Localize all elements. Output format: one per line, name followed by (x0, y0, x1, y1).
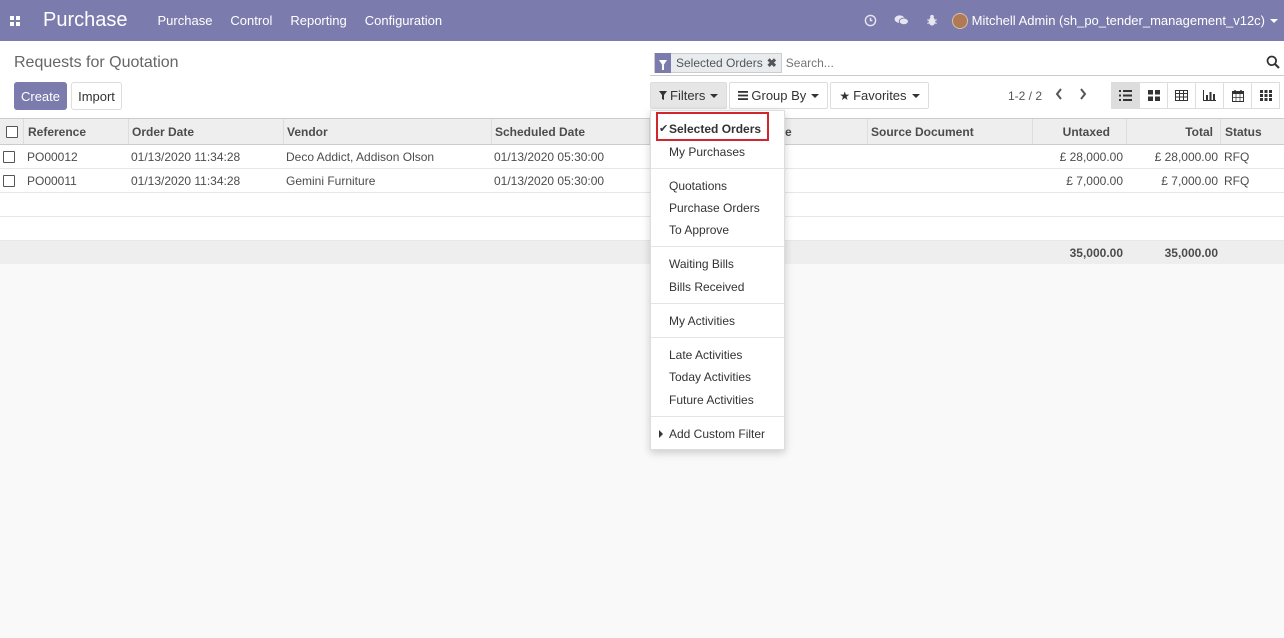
rfq-table: Reference Order Date Vendor Scheduled Da… (0, 119, 1284, 264)
select-all-checkbox[interactable] (0, 119, 24, 144)
cell-reference: PO00011 (27, 173, 77, 188)
bars-icon (738, 89, 749, 103)
kanban-view-icon[interactable] (1139, 82, 1168, 109)
search-input[interactable] (785, 55, 1256, 70)
favorites-button[interactable]: ★ Favorites (830, 82, 929, 109)
filter-my-activities[interactable]: My Activities (669, 314, 735, 328)
list-view-icon[interactable] (1111, 82, 1140, 109)
bug-icon[interactable] (917, 0, 948, 41)
header-total[interactable]: Total (1127, 119, 1221, 144)
filters-dropdown: ✔ Selected Orders My Purchases Quotation… (650, 110, 785, 450)
header-status[interactable]: Status (1221, 119, 1284, 144)
menu-purchase[interactable]: Purchase (158, 13, 213, 28)
cell-untaxed: £ 7,000.00 (1066, 173, 1123, 188)
cell-order-date: 01/13/2020 11:34:28 (131, 149, 241, 164)
cell-status: RFQ (1224, 173, 1250, 188)
calendar-view-icon[interactable] (1223, 82, 1252, 109)
chevron-down-icon (1270, 18, 1278, 23)
menu-configuration[interactable]: Configuration (365, 13, 442, 28)
dropdown-divider (651, 168, 784, 169)
filter-purchase-orders[interactable]: Purchase Orders (669, 201, 760, 215)
cell-total: £ 7,000.00 (1161, 173, 1218, 188)
table-header: Reference Order Date Vendor Scheduled Da… (0, 119, 1284, 145)
user-name: Mitchell Admin (sh_po_tender_management_… (971, 13, 1265, 28)
filter-future-activities[interactable]: Future Activities (669, 393, 754, 407)
cell-vendor: Deco Addict, Addison Olson (286, 149, 435, 164)
chevron-down-icon (811, 93, 820, 98)
menu-reporting[interactable]: Reporting (290, 13, 346, 28)
highlight-box (656, 112, 769, 141)
filter-icon (655, 52, 671, 73)
cell-scheduled-date: 01/13/2020 05:30:00 (494, 173, 605, 188)
graph-view-icon[interactable] (1195, 82, 1224, 109)
dropdown-divider (651, 337, 784, 338)
facet-label: Selected Orders (676, 55, 763, 70)
add-custom-filter[interactable]: Add Custom Filter (669, 427, 765, 441)
cell-total: £ 28,000.00 (1154, 149, 1218, 164)
footer-total-sum: 35,000.00 (1164, 245, 1218, 260)
apps-menu-icon[interactable] (0, 0, 30, 41)
control-panel: Requests for Quotation Create Import Sel… (0, 41, 1284, 119)
table-row[interactable]: PO00012 01/13/2020 11:34:28 Deco Addict,… (0, 145, 1284, 169)
footer-untaxed-sum: 35,000.00 (1069, 245, 1123, 260)
search-icon[interactable] (1266, 55, 1280, 69)
user-menu[interactable]: Mitchell Admin (sh_po_tender_management_… (951, 12, 1284, 29)
grid-view-icon[interactable] (1251, 82, 1280, 109)
cell-order-date: 01/13/2020 11:34:28 (131, 173, 241, 188)
filter-today-activities[interactable]: Today Activities (669, 370, 751, 384)
filter-late-activities[interactable]: Late Activities (669, 348, 742, 362)
cell-reference: PO00012 (27, 149, 78, 164)
filter-quotations[interactable]: Quotations (669, 179, 727, 193)
facet-close-icon[interactable]: ✖ (767, 56, 781, 70)
clock-icon[interactable] (855, 0, 886, 41)
dropdown-divider (651, 416, 784, 417)
app-name: Purchase (43, 9, 128, 31)
table-footer: 35,000.00 35,000.00 (0, 241, 1284, 264)
dropdown-divider (651, 246, 784, 247)
header-order-date[interactable]: Order Date (129, 119, 284, 144)
row-checkbox[interactable] (0, 145, 18, 168)
cell-untaxed: £ 28,000.00 (1059, 149, 1123, 164)
cell-scheduled-date: 01/13/2020 05:30:00 (494, 149, 605, 164)
header-scheduled-date[interactable]: Scheduled Date (492, 119, 650, 144)
import-button[interactable]: Import (71, 82, 122, 110)
cell-status: RFQ (1224, 149, 1250, 164)
avatar (951, 12, 968, 29)
create-button[interactable]: Create (14, 82, 67, 110)
header-reference[interactable]: Reference (24, 119, 129, 144)
page-title: Requests for Quotation (14, 54, 179, 71)
filters-button[interactable]: Filters (650, 82, 728, 109)
filters-label: Filters (670, 88, 706, 103)
empty-row (0, 217, 1284, 241)
pivot-view-icon[interactable] (1167, 82, 1196, 109)
filter-bills-received[interactable]: Bills Received (669, 280, 744, 294)
favorites-label: Favorites (853, 88, 907, 103)
filter-to-approve[interactable]: To Approve (669, 223, 729, 237)
chevron-down-icon (710, 93, 719, 98)
filter-icon (659, 89, 667, 103)
caret-right-icon (659, 430, 663, 438)
group-by-label: Group By (751, 88, 807, 103)
star-icon: ★ (839, 88, 851, 103)
menu-control[interactable]: Control (230, 13, 272, 28)
header-source-document[interactable]: Source Document (868, 119, 1033, 144)
group-by-button[interactable]: Group By (729, 82, 829, 109)
filter-waiting-bills[interactable]: Waiting Bills (669, 257, 734, 271)
search-facet: Selected Orders ✖ (654, 52, 782, 73)
chevron-left-icon[interactable] (1051, 85, 1067, 103)
empty-row (0, 193, 1284, 217)
header-untaxed[interactable]: Untaxed (1033, 119, 1127, 144)
pager-value[interactable]: 1-2 / 2 (1008, 89, 1042, 103)
search-bar: Selected Orders ✖ (650, 50, 1284, 76)
cell-vendor: Gemini Furniture (286, 173, 376, 188)
header-vendor[interactable]: Vendor (284, 119, 492, 144)
chat-icon[interactable] (886, 0, 917, 41)
table-row[interactable]: PO00011 01/13/2020 11:34:28 Gemini Furni… (0, 169, 1284, 193)
dropdown-divider (651, 303, 784, 304)
filter-my-purchases[interactable]: My Purchases (669, 145, 745, 159)
row-checkbox[interactable] (0, 169, 18, 192)
chevron-right-icon[interactable] (1075, 85, 1091, 103)
chevron-down-icon (911, 93, 920, 98)
top-navbar: Purchase Purchase Control Reporting Conf… (0, 0, 1284, 41)
